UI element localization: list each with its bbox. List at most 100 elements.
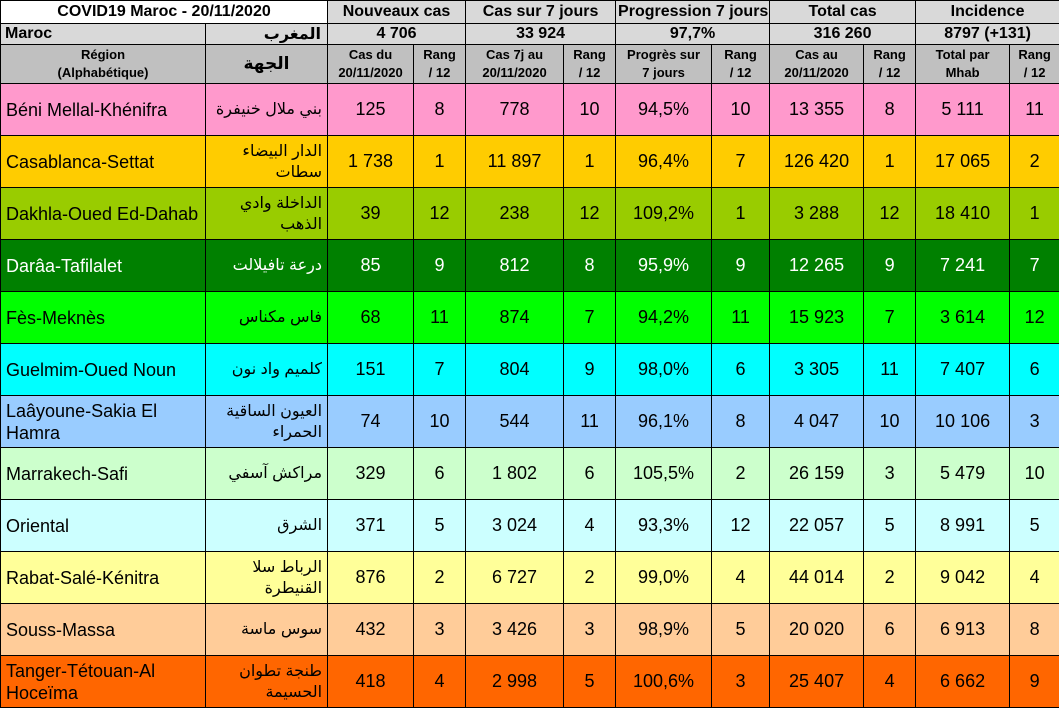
national-name-ar: المغرب [204,23,329,45]
cell-incidence: 7 241 [915,239,1011,292]
cell-progression-7-day: 96,1% [615,395,713,448]
cell-cases-7-day: 874 [465,291,565,344]
cell-total-cases: 22 057 [769,499,865,552]
column-header: Progrès sur 7 jours [615,44,713,84]
cell-new-cases: 151 [327,343,415,396]
cell-incidence-rank: 3 [1009,395,1059,448]
region-name-ar: سوس ماسة [204,603,329,656]
cell-new-cases-rank: 11 [413,291,467,344]
cell-new-cases-rank: 10 [413,395,467,448]
region-name-ar: فاس مكناس [204,291,329,344]
cell-total-cases-rank: 7 [863,291,917,344]
region-name-ar: درعة تافيلالت [204,239,329,292]
cell-incidence: 6 662 [915,655,1011,708]
header-row: COVID19 Maroc - 20/11/2020 Nouveaux cas … [0,0,1059,24]
column-header: Rang / 12 [863,44,917,84]
cell-new-cases-rank: 7 [413,343,467,396]
cell-progression-7-day-rank: 8 [711,395,771,448]
cell-progression-7-day-rank: 4 [711,551,771,604]
cell-total-cases-rank: 12 [863,187,917,240]
cell-incidence-rank: 1 [1009,187,1059,240]
cell-new-cases-rank: 5 [413,499,467,552]
cell-new-cases: 74 [327,395,415,448]
region-name-fr: Darâa-Tafilalet [0,239,206,292]
region-name-fr: Oriental [0,499,206,552]
table-row: Béni Mellal-Khénifra بني ملال خنيفرة 125 8 7… [0,83,1059,136]
cell-new-cases-rank: 1 [413,135,467,188]
region-name-ar: بني ملال خنيفرة [204,83,329,136]
cell-incidence: 9 042 [915,551,1011,604]
cell-new-cases-rank: 12 [413,187,467,240]
region-name-fr: Dakhla-Oued Ed-Dahab [0,187,206,240]
national-total-cases: 316 260 [769,23,917,45]
cell-cases-7-day-rank: 8 [563,239,617,292]
cell-incidence: 18 410 [915,187,1011,240]
cell-progression-7-day-rank: 11 [711,291,771,344]
cell-new-cases: 371 [327,499,415,552]
column-header: Cas 7j au 20/11/2020 [465,44,565,84]
cell-progression-7-day-rank: 12 [711,499,771,552]
region-name-ar: الدار البيضاء سطات [204,135,329,188]
cell-total-cases: 25 407 [769,655,865,708]
cell-incidence: 5 479 [915,447,1011,500]
cell-total-cases: 12 265 [769,239,865,292]
cell-cases-7-day-rank: 12 [563,187,617,240]
cell-total-cases: 44 014 [769,551,865,604]
cell-incidence: 17 065 [915,135,1011,188]
cell-cases-7-day: 804 [465,343,565,396]
cell-progression-7-day-rank: 6 [711,343,771,396]
region-name-fr: Rabat-Salé-Kénitra [0,551,206,604]
cell-progression-7-day: 94,5% [615,83,713,136]
cell-progression-7-day: 95,9% [615,239,713,292]
cell-total-cases: 4 047 [769,395,865,448]
column-header-row: Région (Alphabétique) الجهة Cas du 20/11… [0,44,1059,84]
cell-new-cases: 125 [327,83,415,136]
region-name-fr: Tanger-Tétouan-Al Hoceïma [0,655,206,708]
cell-total-cases-rank: 10 [863,395,917,448]
cell-incidence: 6 913 [915,603,1011,656]
cell-progression-7-day-rank: 2 [711,447,771,500]
cell-incidence-rank: 5 [1009,499,1059,552]
national-7-day-progression: 97,7% [615,23,771,45]
national-row: Maroc المغرب 4 706 33 924 97,7% 316 260 … [0,23,1059,45]
cell-cases-7-day: 11 897 [465,135,565,188]
cell-progression-7-day-rank: 10 [711,83,771,136]
region-rows: Béni Mellal-Khénifra بني ملال خنيفرة 125 8 7… [0,83,1059,708]
table-row: Tanger-Tétouan-Al Hoceïma طنجة تطوان الحس… [0,655,1059,708]
cell-progression-7-day-rank: 5 [711,603,771,656]
cell-progression-7-day: 99,0% [615,551,713,604]
cell-new-cases: 418 [327,655,415,708]
cell-incidence: 10 106 [915,395,1011,448]
table-row: Dakhla-Oued Ed-Dahab الداخلة وادي الذهب 39… [0,187,1059,240]
covid-table: COVID19 Maroc - 20/11/2020 Nouveaux cas … [0,0,1059,708]
cell-cases-7-day-rank: 11 [563,395,617,448]
cell-incidence: 8 991 [915,499,1011,552]
region-name-ar: الداخلة وادي الذهب [204,187,329,240]
cell-progression-7-day: 98,9% [615,603,713,656]
cell-cases-7-day: 2 998 [465,655,565,708]
table-title: COVID19 Maroc - 20/11/2020 [0,0,329,24]
national-7-day-cases: 33 924 [465,23,617,45]
cell-new-cases: 432 [327,603,415,656]
cell-new-cases-rank: 6 [413,447,467,500]
cell-progression-7-day: 98,0% [615,343,713,396]
cell-cases-7-day-rank: 4 [563,499,617,552]
region-name-ar: الرباط سلا القنيطرة [204,551,329,604]
group-header-incidence: Incidence [915,0,1059,24]
cell-cases-7-day-rank: 1 [563,135,617,188]
cell-cases-7-day-rank: 7 [563,291,617,344]
cell-progression-7-day: 105,5% [615,447,713,500]
column-header: Total par Mhab [915,44,1011,84]
column-header: Cas du 20/11/2020 [327,44,415,84]
cell-cases-7-day: 6 727 [465,551,565,604]
table-row: Rabat-Salé-Kénitra الرباط سلا القنيطرة 876… [0,551,1059,604]
cell-cases-7-day: 544 [465,395,565,448]
region-name-fr: Marrakech-Safi [0,447,206,500]
table-row: Darâa-Tafilalet درعة تافيلالت 85 9 812 8 95,9%… [0,239,1059,292]
cell-total-cases: 126 420 [769,135,865,188]
group-header-new-cases: Nouveaux cas [327,0,467,24]
cell-new-cases-rank: 2 [413,551,467,604]
cell-incidence-rank: 2 [1009,135,1059,188]
region-name-fr: Laâyoune-Sakia El Hamra [0,395,206,448]
cell-progression-7-day: 100,6% [615,655,713,708]
